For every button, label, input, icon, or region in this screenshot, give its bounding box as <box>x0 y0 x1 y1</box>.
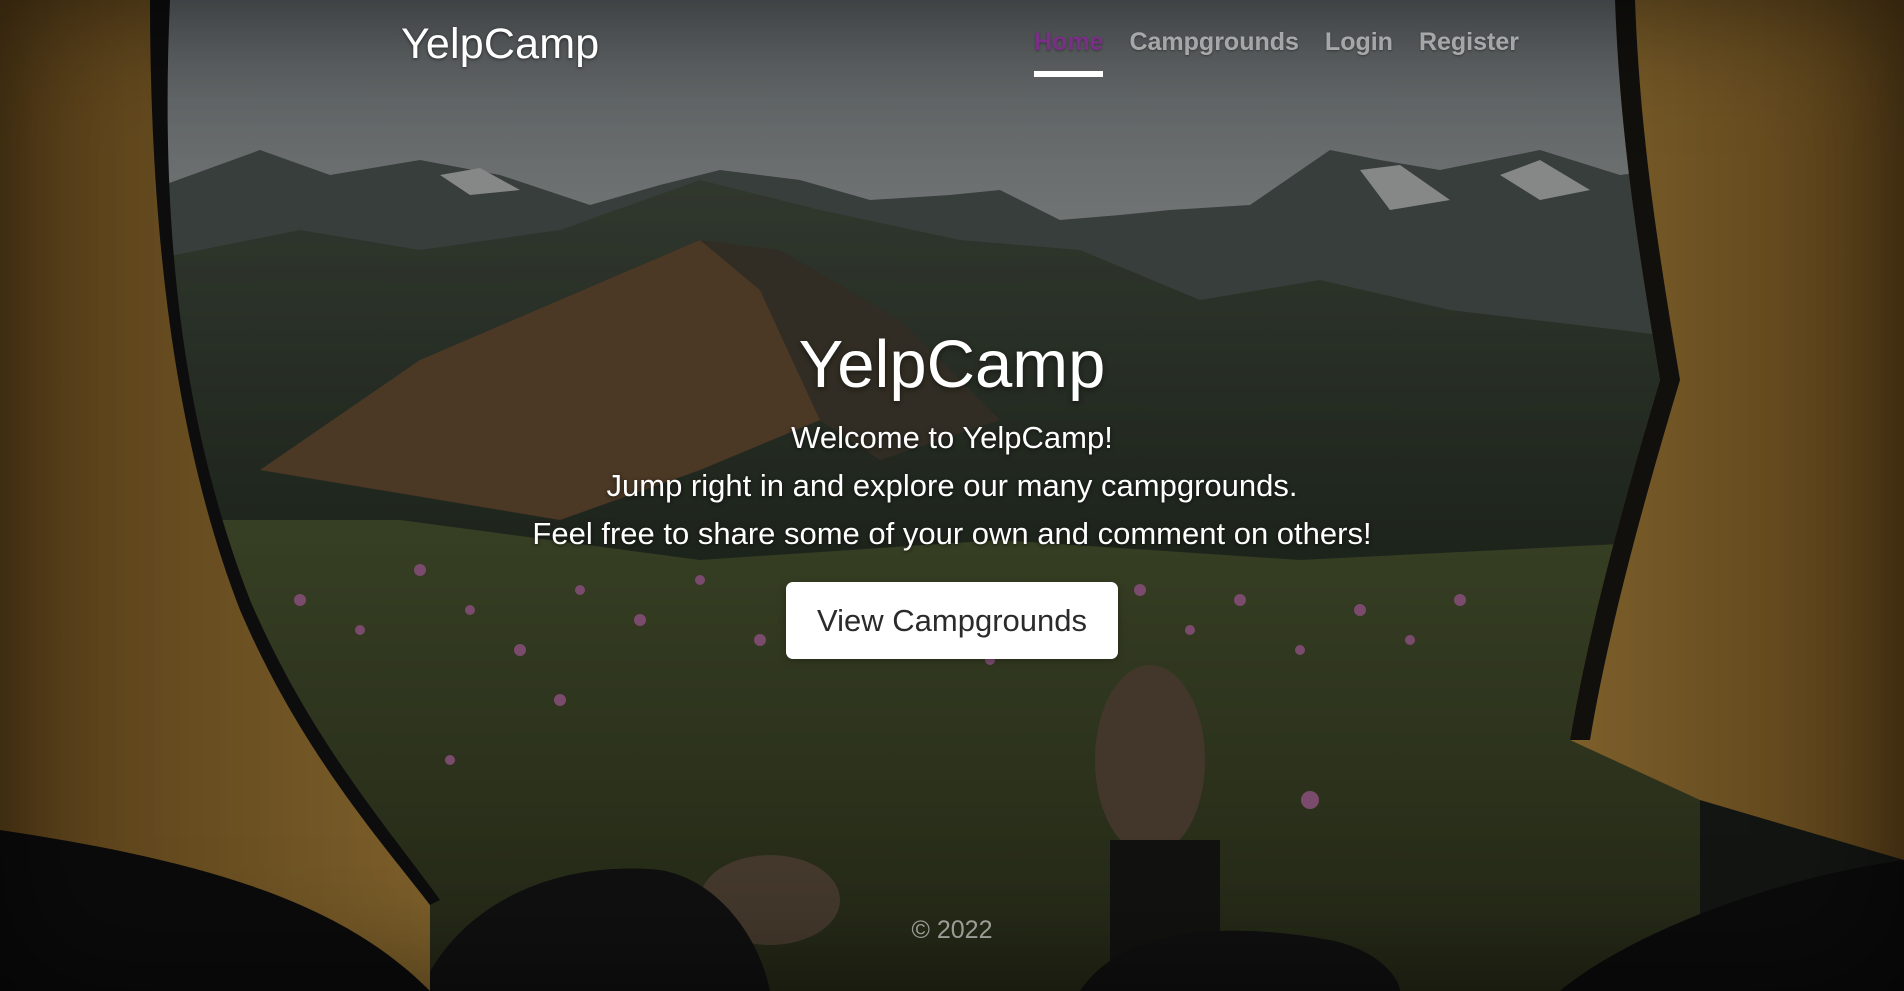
nav-link-home[interactable]: Home <box>1034 28 1104 77</box>
main-nav: Home Campgrounds Login Register <box>1034 28 1519 77</box>
hero-welcome-text: Welcome to YelpCamp! <box>791 420 1113 455</box>
nav-link-register[interactable]: Register <box>1419 28 1519 77</box>
brand-logo[interactable]: YelpCamp <box>401 20 599 69</box>
page-footer: © 2022 <box>0 916 1904 945</box>
hero-section: YelpCamp Welcome to YelpCamp! Jump right… <box>0 322 1904 659</box>
hero-title: YelpCamp <box>798 327 1106 402</box>
hero-explore-text: Jump right in and explore our many campg… <box>606 468 1298 503</box>
copyright-text: © 2022 <box>911 916 993 944</box>
view-campgrounds-button[interactable]: View Campgrounds <box>786 582 1118 659</box>
top-navbar: YelpCamp Home Campgrounds Login Register <box>0 0 1904 90</box>
nav-link-campgrounds[interactable]: Campgrounds <box>1129 28 1298 77</box>
hero-description: Welcome to YelpCamp! Jump right in and e… <box>0 414 1904 558</box>
hero-share-text: Feel free to share some of your own and … <box>532 516 1372 551</box>
nav-link-login[interactable]: Login <box>1325 28 1393 77</box>
